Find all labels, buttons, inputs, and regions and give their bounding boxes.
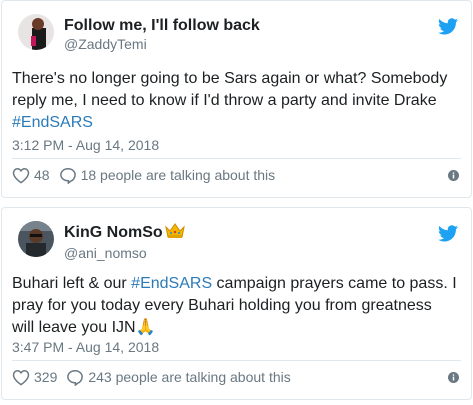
like-count: 329 xyxy=(34,369,58,385)
info-icon xyxy=(448,169,459,181)
hashtag-link[interactable]: #EndSARS xyxy=(131,275,212,292)
timestamp[interactable]: 3:47 PM - Aug 14, 2018 xyxy=(12,338,159,356)
speech-bubble-icon xyxy=(59,167,76,184)
tweet-actions: 48 18 people are talking about this xyxy=(12,164,459,186)
speech-bubble-icon xyxy=(67,369,84,386)
like-button[interactable]: 329 xyxy=(12,369,57,386)
tweet-card[interactable]: Follow me, I'll follow back @ZaddyTemi T… xyxy=(1,0,472,198)
like-button[interactable]: 48 xyxy=(12,167,50,184)
avatar[interactable] xyxy=(18,221,54,257)
tweet-text: There's no longer going to be Sars again… xyxy=(12,68,457,134)
hashtag-link[interactable]: #EndSARS xyxy=(12,114,93,131)
user-handle[interactable]: @ani_nomso xyxy=(64,244,185,262)
twitter-bird-icon[interactable] xyxy=(438,18,458,35)
tweet-card[interactable]: KinG NomSo @ani_nomso Buhari left & our … xyxy=(1,207,472,400)
author-names: Follow me, I'll follow back @ZaddyTemi xyxy=(64,16,260,53)
display-name[interactable]: KinG NomSo xyxy=(64,224,163,241)
talking-count: 243 people are talking about this xyxy=(88,369,291,385)
display-name-row: KinG NomSo xyxy=(64,223,185,244)
info-button[interactable] xyxy=(448,169,459,181)
heart-icon xyxy=(12,167,30,184)
display-name[interactable]: Follow me, I'll follow back xyxy=(64,16,260,35)
tweet-header: KinG NomSo @ani_nomso xyxy=(18,221,185,262)
timestamp[interactable]: 3:12 PM - Aug 14, 2018 xyxy=(12,136,159,154)
tweet-text-part: There's no longer going to be Sars again… xyxy=(12,70,448,109)
divider xyxy=(12,360,461,361)
reply-button[interactable]: 243 people are talking about this xyxy=(66,369,291,386)
talking-count: 18 people are talking about this xyxy=(80,167,276,183)
tweet-header: Follow me, I'll follow back @ZaddyTemi xyxy=(18,14,260,53)
tweet-actions: 329 243 people are talking about this xyxy=(12,366,459,388)
author-names: KinG NomSo @ani_nomso xyxy=(64,223,185,262)
user-handle[interactable]: @ZaddyTemi xyxy=(64,35,260,53)
avatar[interactable] xyxy=(18,14,54,50)
divider xyxy=(12,158,461,159)
tweet-text: Buhari left & our #EndSARS campaign pray… xyxy=(12,273,457,339)
twitter-bird-icon[interactable] xyxy=(438,225,458,242)
heart-icon xyxy=(12,369,30,386)
crown-icon xyxy=(164,223,185,244)
info-button[interactable] xyxy=(448,371,459,383)
info-icon xyxy=(448,371,459,383)
tweet-text-part: Buhari left & our xyxy=(12,275,132,292)
reply-button[interactable]: 18 people are talking about this xyxy=(59,167,276,184)
like-count: 48 xyxy=(34,167,50,183)
